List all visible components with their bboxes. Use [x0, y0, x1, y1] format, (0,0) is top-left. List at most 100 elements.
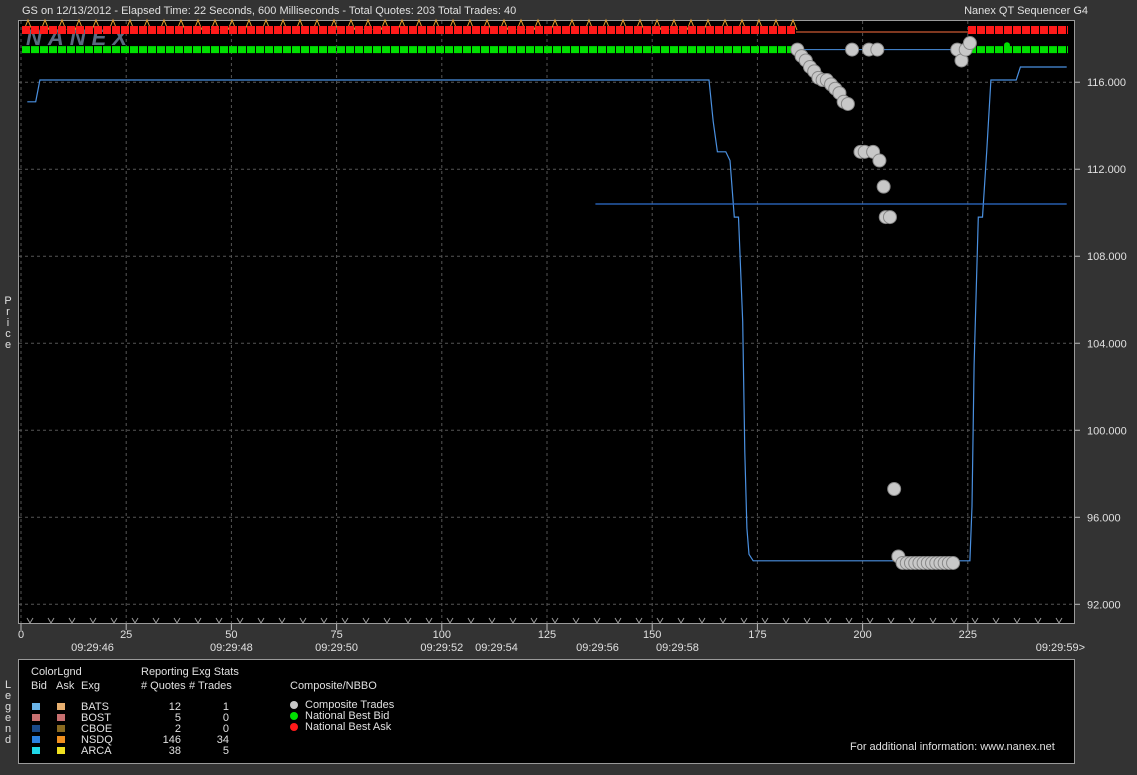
- time-tick-mark: [740, 617, 748, 624]
- time-tick-mark: [635, 617, 643, 624]
- legend-color-header: ColorLgnd: [31, 666, 82, 678]
- x-tick-label: 125: [538, 629, 556, 641]
- time-tick-mark: [782, 617, 790, 624]
- time-label: 09:29:59>: [1036, 642, 1085, 654]
- legend-quotes-header: # Quotes: [141, 680, 186, 692]
- x-tick-label: 175: [748, 629, 766, 641]
- time-tick-mark: [866, 617, 874, 624]
- time-tick-mark: [551, 617, 559, 624]
- y-tick-label: 104.000: [1087, 338, 1127, 350]
- time-tick-mark: [26, 617, 34, 624]
- y-tick-label: 108.000: [1087, 251, 1127, 263]
- time-label: 09:29:46: [71, 642, 114, 654]
- legend-panel: ColorLgnd Bid Ask Exg Reporting Exg Stat…: [18, 659, 1075, 764]
- bid-color-swatch: [32, 714, 40, 721]
- trade-point: [845, 42, 860, 57]
- time-tick-mark: [446, 617, 454, 624]
- trade-point: [946, 555, 961, 570]
- legend-bid-header: Bid: [31, 680, 47, 692]
- bid-color-swatch: [32, 747, 40, 754]
- time-tick-mark: [362, 617, 370, 624]
- time-label: 09:29:58: [656, 642, 699, 654]
- time-label: 09:29:56: [576, 642, 619, 654]
- time-tick-mark: [467, 617, 475, 624]
- time-tick-mark: [593, 617, 601, 624]
- time-tick-mark: [572, 617, 580, 624]
- x-tick-label: 50: [225, 629, 237, 641]
- time-tick-mark: [1013, 617, 1021, 624]
- ask-color-swatch: [57, 747, 65, 754]
- time-tick-mark: [425, 617, 433, 624]
- time-tick-mark: [1034, 617, 1042, 624]
- time-label: 09:29:52: [420, 642, 463, 654]
- legend-composite-header: Composite/NBBO: [290, 680, 377, 692]
- time-tick-mark: [929, 617, 937, 624]
- x-tick-label: 75: [330, 629, 342, 641]
- y-tick-label: 100.000: [1087, 425, 1127, 437]
- time-tick-mark: [110, 617, 118, 624]
- time-tick-mark: [530, 617, 538, 624]
- time-tick-mark: [404, 617, 412, 624]
- time-tick-mark: [761, 617, 769, 624]
- time-tick-mark: [68, 617, 76, 624]
- time-tick-mark: [299, 617, 307, 624]
- trade-point: [887, 482, 902, 497]
- time-tick-mark: [971, 617, 979, 624]
- x-tick-label: 100: [433, 629, 451, 641]
- time-tick-mark: [383, 617, 391, 624]
- time-tick-mark: [698, 617, 706, 624]
- time-tick-mark: [656, 617, 664, 624]
- time-tick-mark: [236, 617, 244, 624]
- x-tick-label: 0: [18, 629, 24, 641]
- time-tick-mark: [488, 617, 496, 624]
- legend-trades-header: # Trades: [189, 680, 232, 692]
- legend-exg-header: Exg: [81, 680, 100, 692]
- y-tick-label: 116.000: [1087, 77, 1126, 89]
- trade-point: [840, 96, 855, 111]
- time-label: 09:29:54: [475, 642, 518, 654]
- trade-point: [962, 36, 977, 51]
- time-label: 09:29:48: [210, 642, 253, 654]
- x-tick-label: 25: [120, 629, 132, 641]
- bid-color-swatch: [32, 725, 40, 732]
- time-tick-mark: [131, 617, 139, 624]
- bid-color-swatch: [32, 703, 40, 710]
- exchange-name: ARCA: [81, 745, 112, 757]
- ask-color-swatch: [57, 736, 65, 743]
- composite-legend-marker: [290, 701, 298, 709]
- x-tick-label: 200: [853, 629, 871, 641]
- legend-ask-header: Ask: [56, 680, 75, 692]
- time-label: 09:29:50: [315, 642, 358, 654]
- trade-point: [882, 210, 897, 225]
- time-tick-mark: [341, 617, 349, 624]
- price-chart: NANEX92.00096.000100.000104.000108.00011…: [18, 18, 1127, 654]
- x-tick-label: 225: [959, 629, 977, 641]
- time-tick-mark: [719, 617, 727, 624]
- time-tick-mark: [47, 617, 55, 624]
- time-tick-mark: [803, 617, 811, 624]
- ask-color-swatch: [57, 703, 65, 710]
- time-tick-mark: [194, 617, 202, 624]
- time-tick-mark: [845, 617, 853, 624]
- national-best-bid-point: [1004, 42, 1010, 49]
- time-tick-mark: [320, 617, 328, 624]
- time-tick-mark: [278, 617, 286, 624]
- x-tick-label: 150: [643, 629, 661, 641]
- time-tick-mark: [824, 617, 832, 624]
- legend-stats-title: Reporting Exg Stats: [141, 666, 239, 678]
- time-tick-mark: [89, 617, 97, 624]
- legend-side-label-char: d: [4, 734, 12, 746]
- time-tick-mark: [614, 617, 622, 624]
- time-tick-mark: [1055, 617, 1063, 624]
- trade-point: [870, 42, 885, 57]
- legend-footer: For additional information: www.nanex.ne…: [850, 741, 1055, 753]
- ask-color-swatch: [57, 725, 65, 732]
- time-tick-mark: [152, 617, 160, 624]
- trade-point: [872, 153, 887, 168]
- time-tick-mark: [509, 617, 517, 624]
- ask-color-swatch: [57, 714, 65, 721]
- composite-legend-marker: [290, 712, 298, 720]
- bid-color-swatch: [32, 736, 40, 743]
- y-tick-label: 96.000: [1087, 512, 1121, 524]
- time-tick-mark: [908, 617, 916, 624]
